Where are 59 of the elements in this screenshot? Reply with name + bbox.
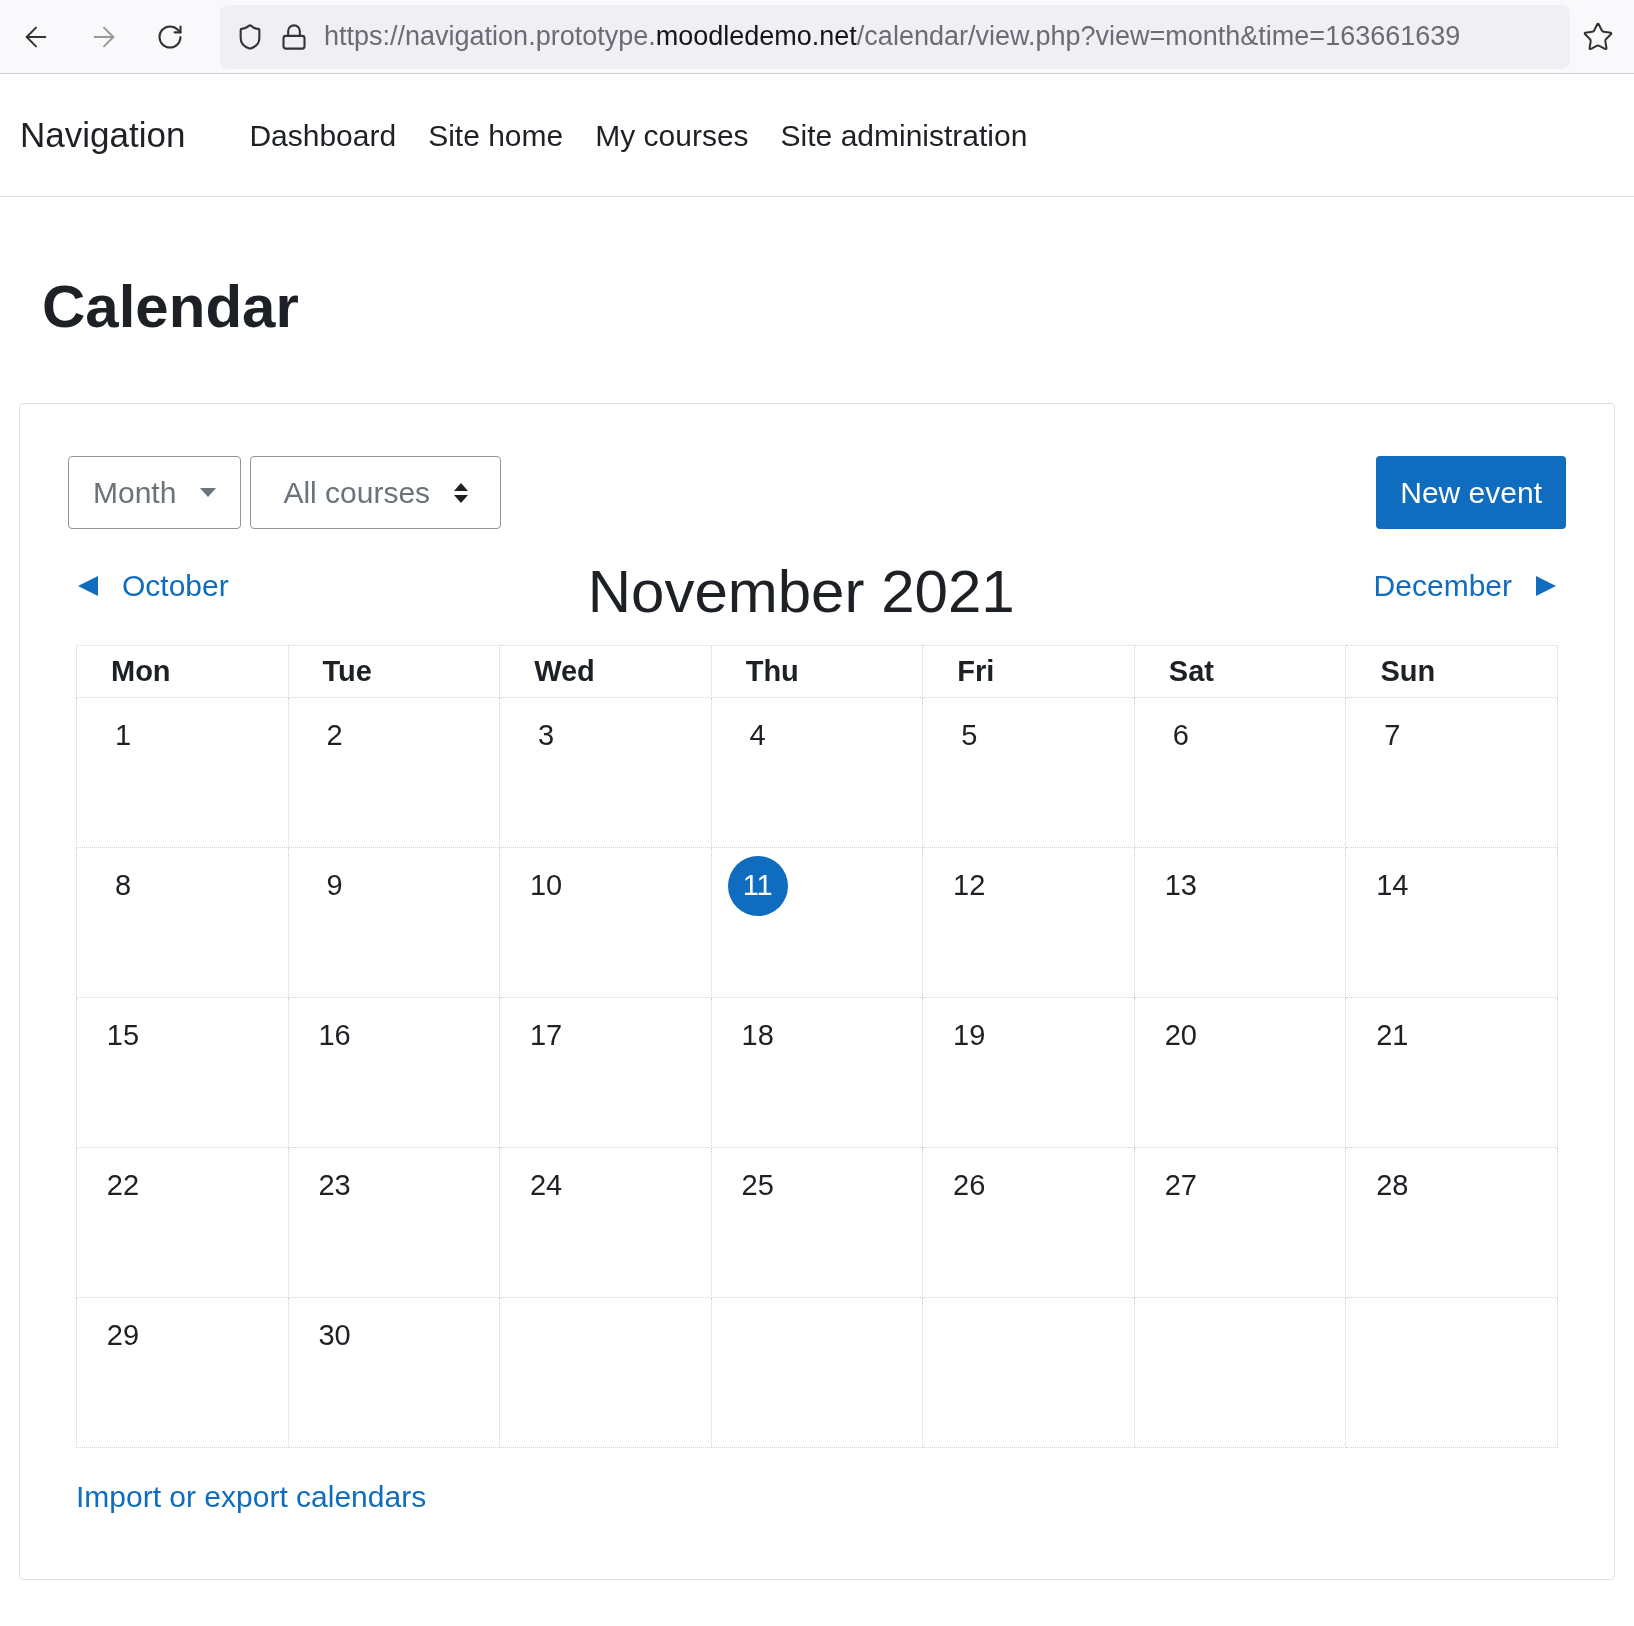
weekday-header: Sat bbox=[1134, 645, 1346, 698]
weekday-header: Sun bbox=[1345, 645, 1558, 698]
day-number[interactable]: 22 bbox=[93, 1160, 153, 1212]
day-number[interactable]: 24 bbox=[516, 1160, 577, 1212]
caret-down-icon bbox=[200, 488, 217, 497]
nav-link[interactable]: Dashboard bbox=[249, 112, 397, 158]
day-number[interactable]: 21 bbox=[1362, 1010, 1423, 1062]
bookmark-star-icon[interactable] bbox=[1582, 20, 1614, 53]
left-triangle-icon bbox=[78, 575, 98, 596]
day-number[interactable]: 15 bbox=[93, 1010, 153, 1062]
day-number[interactable]: 10 bbox=[516, 860, 577, 912]
day-number[interactable]: 11 bbox=[727, 856, 788, 916]
weekday-header: Tue bbox=[288, 645, 500, 698]
day-number[interactable]: 14 bbox=[1362, 860, 1423, 912]
day-number[interactable]: 12 bbox=[939, 860, 1000, 912]
weekday-header: Wed bbox=[499, 645, 712, 698]
address-bar[interactable]: https://navigation.prototype.moodledemo.net/calendar/view.php?view=month&time=163661639 bbox=[220, 4, 1570, 69]
new-event-button[interactable]: New event bbox=[1376, 456, 1566, 529]
day-number[interactable]: 13 bbox=[1150, 860, 1211, 912]
day-number[interactable]: 4 bbox=[727, 710, 788, 762]
day-number[interactable]: 28 bbox=[1362, 1160, 1423, 1212]
day-number[interactable]: 8 bbox=[93, 860, 153, 912]
day-number[interactable]: 9 bbox=[304, 860, 365, 912]
day-number[interactable]: 1 bbox=[93, 710, 153, 762]
day-number[interactable]: 19 bbox=[939, 1010, 1000, 1062]
weekday-header: Fri bbox=[922, 645, 1135, 698]
day-number[interactable]: 16 bbox=[304, 1010, 365, 1062]
import-export-link[interactable]: Import or export calendars bbox=[76, 1474, 427, 1519]
lock-icon[interactable] bbox=[280, 22, 308, 51]
site-brand[interactable]: Navigation bbox=[20, 108, 186, 162]
weekday-header: Thu bbox=[711, 645, 923, 698]
day-number[interactable]: 26 bbox=[939, 1160, 1000, 1212]
day-number[interactable]: 25 bbox=[727, 1160, 788, 1212]
weekday-header: Mon bbox=[76, 645, 289, 698]
url-text[interactable]: https://navigation.prototype.moodledemo.net/calendar/view.php?view=month&time=163661639 bbox=[324, 16, 1461, 57]
nav-link[interactable]: Site home bbox=[428, 112, 564, 158]
right-triangle-icon bbox=[1536, 575, 1556, 596]
next-month-link[interactable]: December bbox=[1373, 563, 1556, 608]
nav-link[interactable]: My courses bbox=[595, 112, 749, 158]
month-title: November 2021 bbox=[587, 557, 1015, 627]
previous-month-link[interactable]: October bbox=[78, 563, 229, 608]
day-number[interactable]: 3 bbox=[516, 710, 577, 762]
day-number[interactable]: 5 bbox=[939, 710, 1000, 762]
day-number[interactable]: 23 bbox=[304, 1160, 365, 1212]
view-select[interactable]: Month bbox=[68, 456, 242, 529]
day-number[interactable]: 18 bbox=[727, 1010, 788, 1062]
day-number[interactable]: 27 bbox=[1150, 1160, 1211, 1212]
course-select[interactable]: All courses bbox=[250, 456, 502, 529]
day-number[interactable]: 30 bbox=[304, 1310, 365, 1362]
day-number[interactable]: 29 bbox=[93, 1310, 153, 1362]
day-number[interactable]: 6 bbox=[1150, 710, 1211, 762]
day-number[interactable]: 7 bbox=[1362, 710, 1423, 762]
day-number[interactable]: 2 bbox=[304, 710, 365, 762]
reload-icon[interactable] bbox=[156, 22, 184, 51]
nav-link[interactable]: Site administration bbox=[780, 112, 1028, 158]
day-number[interactable]: 20 bbox=[1150, 1010, 1211, 1062]
page-title: Calendar bbox=[42, 277, 300, 337]
day-number[interactable]: 17 bbox=[516, 1010, 577, 1062]
sort-arrows-icon bbox=[454, 482, 469, 503]
